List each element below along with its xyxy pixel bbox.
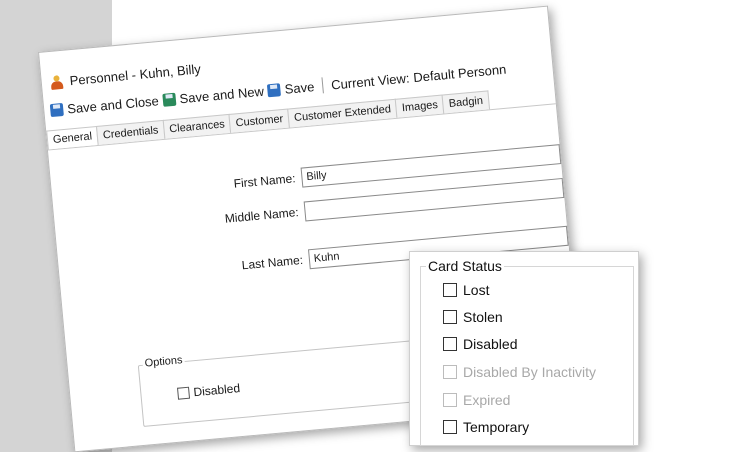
tab-general[interactable]: General	[46, 125, 99, 150]
temporary-label: Temporary	[463, 419, 530, 435]
save-label: Save	[284, 78, 315, 97]
save-and-close-label: Save and Close	[66, 92, 160, 117]
stolen-row[interactable]: Stolen	[443, 309, 503, 325]
save-close-icon	[49, 102, 64, 117]
disabled-row[interactable]: Disabled	[443, 336, 517, 352]
person-icon	[49, 74, 64, 90]
tab-badging[interactable]: Badgin	[441, 90, 490, 114]
options-disabled-row[interactable]: Disabled	[177, 381, 241, 401]
disabled-by-inactivity-checkbox	[443, 365, 457, 379]
save-and-new-button[interactable]: Save and New	[162, 83, 265, 107]
tab-clearances[interactable]: Clearances	[162, 113, 232, 139]
last-name-label: Last Name:	[241, 252, 304, 273]
options-legend: Options	[142, 354, 185, 370]
expired-checkbox	[443, 393, 457, 407]
first-name-label: First Name:	[233, 171, 297, 191]
tab-images[interactable]: Images	[395, 94, 445, 118]
disabled-label: Disabled	[463, 336, 518, 352]
tab-customer[interactable]: Customer	[228, 108, 290, 133]
disabled-by-inactivity-label: Disabled By Inactivity	[463, 364, 597, 380]
toolbar-separator	[321, 77, 324, 94]
card-status-legend: Card Status	[426, 258, 504, 274]
lost-label: Lost	[463, 282, 490, 298]
card-status-panel: Card Status Lost Stolen Disabled Disable…	[409, 251, 639, 446]
expired-label: Expired	[463, 392, 511, 408]
middle-name-label: Middle Name:	[224, 205, 300, 226]
window-title: Personnel - Kuhn, Billy	[69, 61, 202, 89]
disabled-checkbox[interactable]	[443, 337, 457, 351]
temporary-checkbox[interactable]	[443, 420, 457, 434]
save-button[interactable]: Save	[267, 79, 315, 98]
title-bar: Personnel - Kuhn, Billy	[49, 61, 201, 90]
middle-name-field[interactable]	[303, 177, 565, 222]
lost-row[interactable]: Lost	[443, 282, 489, 298]
current-view-label: Current View:	[330, 69, 411, 93]
temporary-row[interactable]: Temporary	[443, 419, 529, 435]
stolen-label: Stolen	[463, 309, 503, 325]
options-disabled-checkbox[interactable]	[177, 386, 191, 400]
save-new-icon	[162, 92, 177, 107]
stolen-checkbox[interactable]	[443, 310, 457, 324]
lost-checkbox[interactable]	[443, 283, 457, 297]
current-view-dropdown[interactable]: Default Personn	[413, 61, 507, 84]
tab-credentials[interactable]: Credentials	[96, 119, 166, 145]
floppy-disk-icon	[267, 82, 282, 97]
disabled-by-inactivity-row: Disabled By Inactivity	[443, 364, 596, 380]
options-disabled-label: Disabled	[192, 381, 241, 400]
expired-row: Expired	[443, 392, 510, 408]
save-and-close-button[interactable]: Save and Close	[49, 92, 160, 118]
card-status-group: Card Status Lost Stolen Disabled Disable…	[420, 258, 634, 446]
save-and-new-label: Save and New	[178, 83, 265, 106]
tab-customer-extended[interactable]: Customer Extended	[287, 98, 398, 128]
